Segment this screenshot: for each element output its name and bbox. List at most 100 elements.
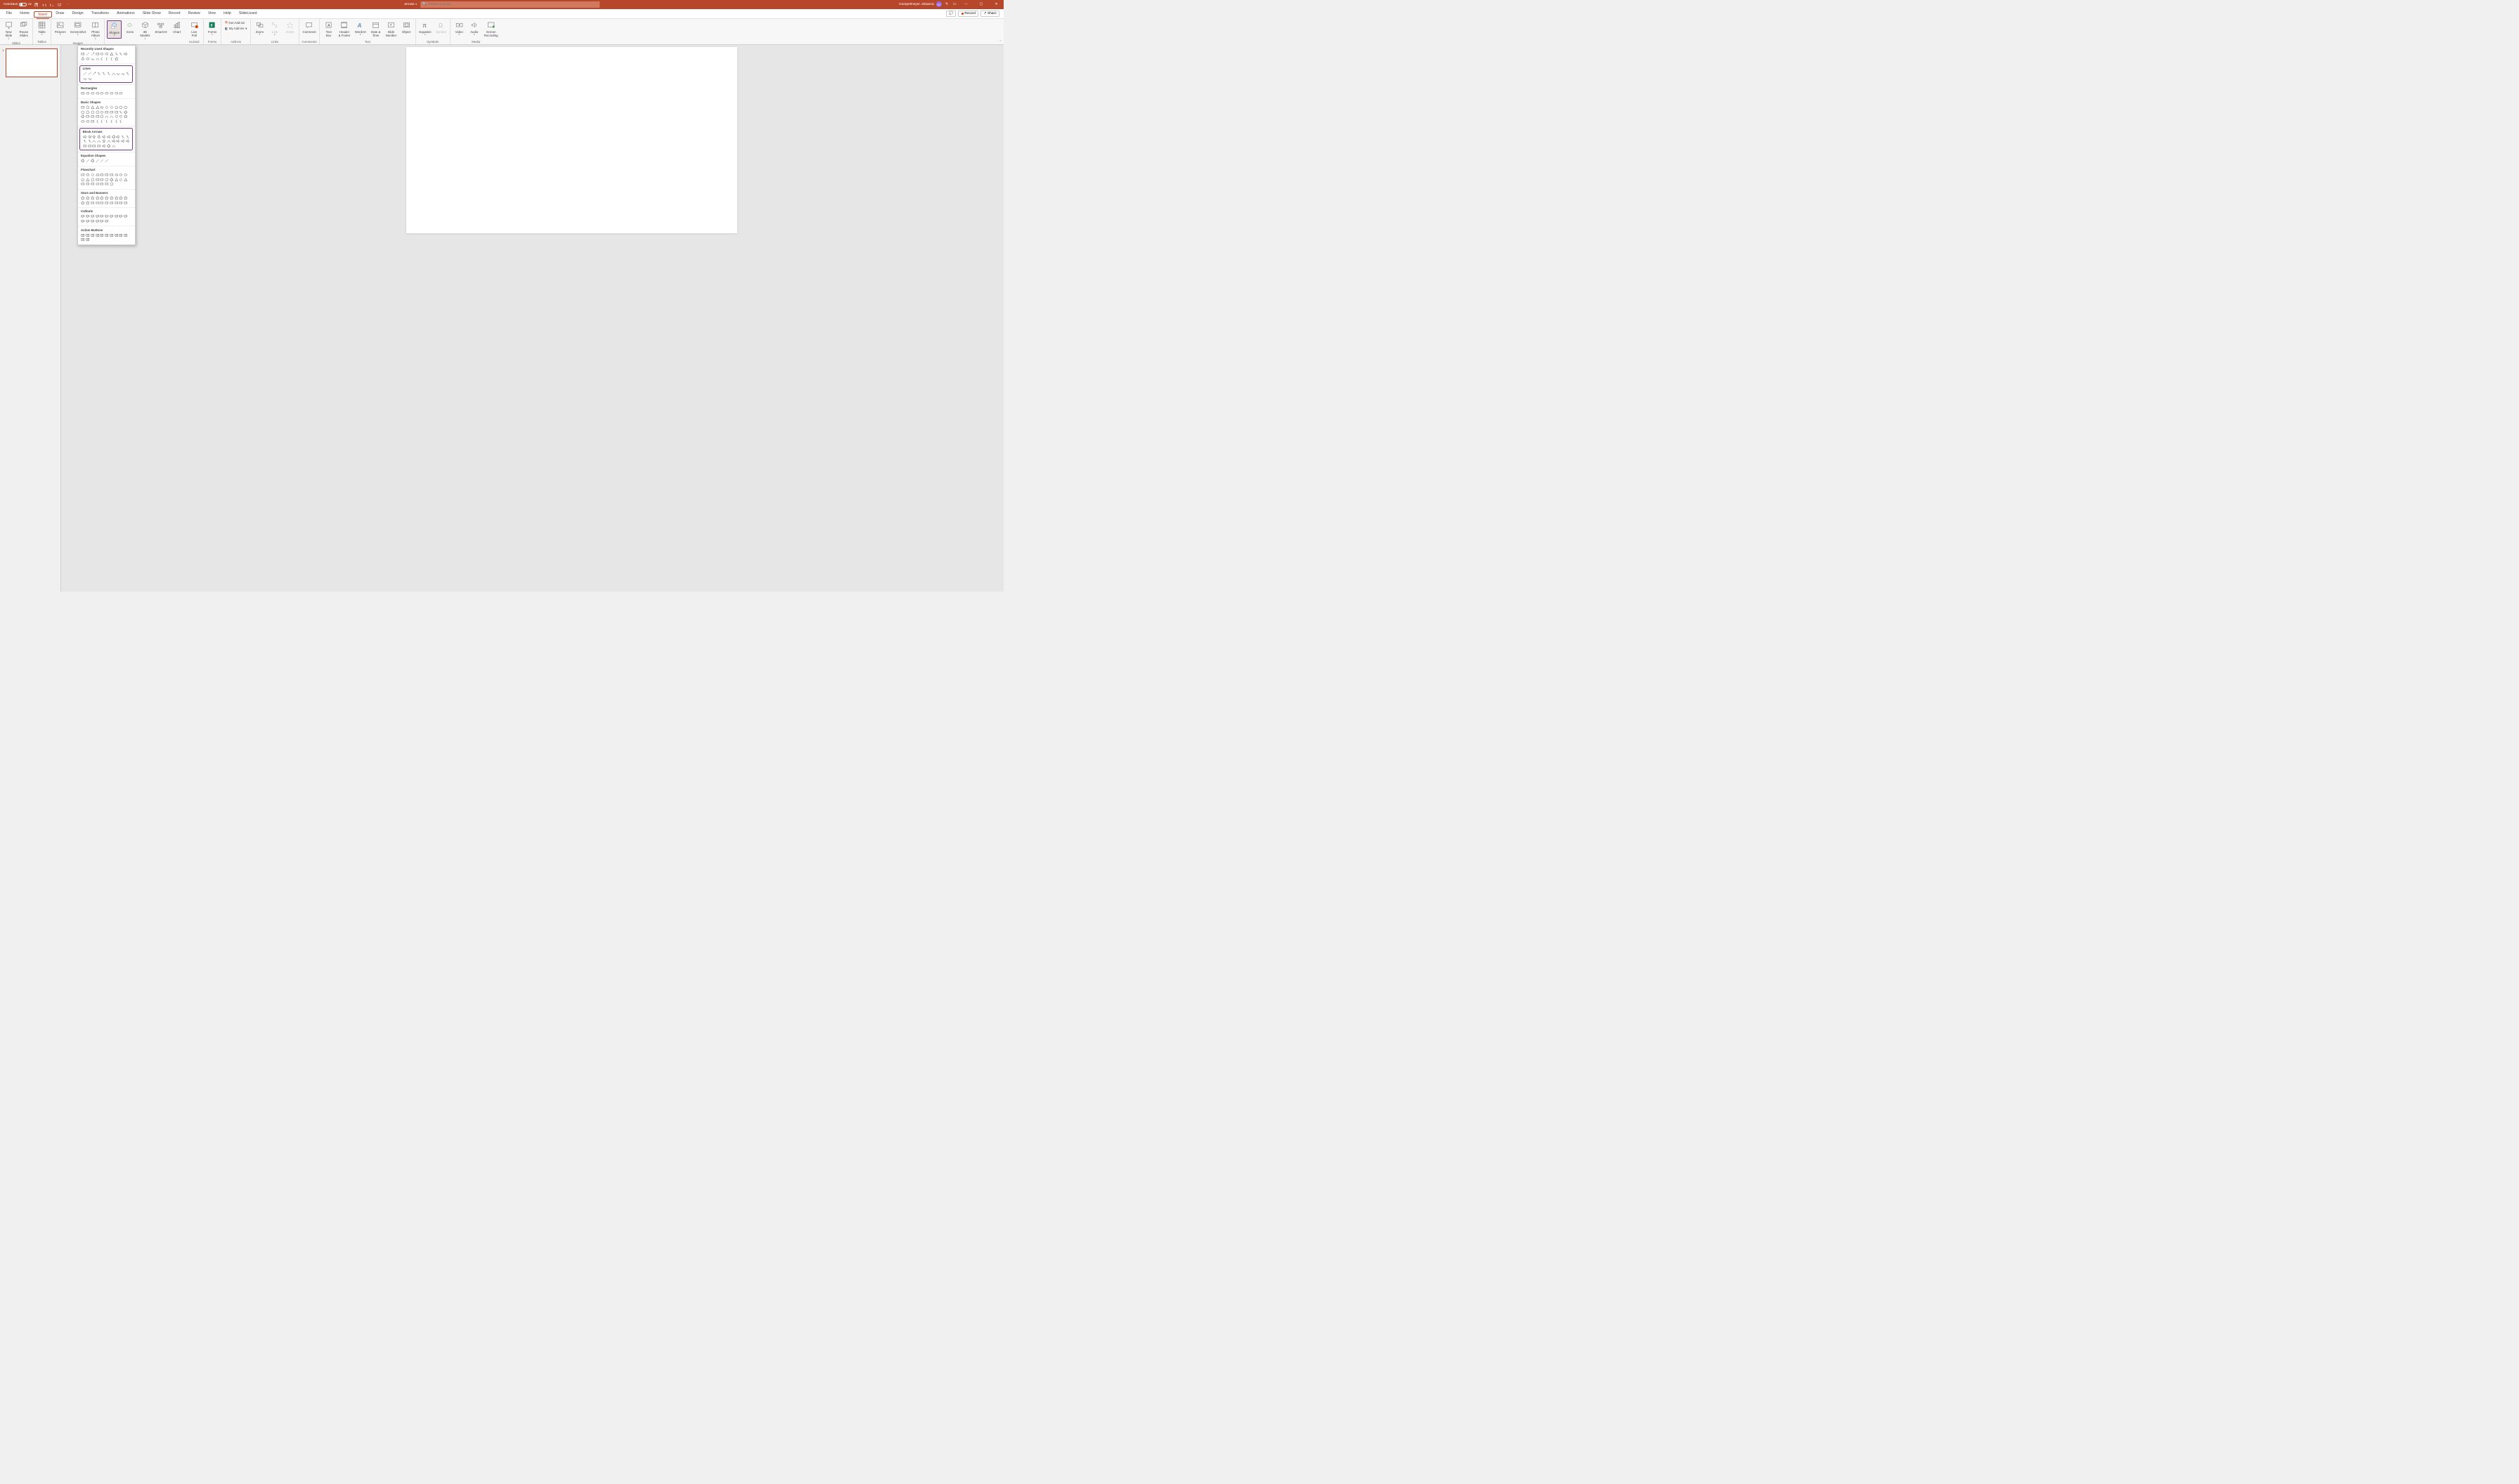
search-input[interactable] [428, 3, 597, 6]
shape-icon[interactable] [102, 134, 106, 138]
shape-icon[interactable] [95, 105, 99, 110]
scribble-icon[interactable] [121, 72, 125, 76]
shape-icon[interactable] [86, 219, 90, 223]
shape-icon[interactable] [110, 233, 114, 237]
autosave-toggle[interactable]: AutoSave Off [4, 3, 32, 7]
shape-icon[interactable] [121, 134, 125, 138]
shape-icon[interactable] [81, 237, 85, 242]
table-button[interactable]: Table▾ [35, 20, 49, 37]
tab-review[interactable]: Review [184, 8, 204, 18]
curve2-icon[interactable] [83, 77, 87, 81]
shape-icon[interactable] [91, 119, 95, 124]
shape-icon[interactable] [116, 139, 120, 143]
elbow-icon[interactable] [97, 72, 101, 76]
equal-icon[interactable] [100, 159, 104, 163]
shape-icon[interactable] [119, 233, 123, 237]
shape-icon[interactable] [100, 110, 104, 114]
save-icon[interactable] [34, 1, 39, 7]
divide-icon[interactable] [95, 159, 99, 163]
shape-icon[interactable] [111, 139, 115, 143]
shape-icon[interactable] [114, 115, 118, 119]
slide-canvas[interactable] [406, 47, 737, 233]
live-poll-button[interactable]: Live Poll [187, 20, 201, 39]
textbox-icon[interactable] [81, 52, 85, 56]
shape-icon[interactable] [114, 177, 118, 181]
shape-icon[interactable] [87, 139, 91, 143]
3d-models-button[interactable]: 3D Models▾ [138, 20, 152, 41]
not-equal-icon[interactable] [105, 159, 109, 163]
shape-icon[interactable] [102, 139, 106, 143]
minus-icon[interactable] [86, 159, 90, 163]
shape-icon[interactable] [86, 182, 90, 186]
equation-button[interactable]: πEquation▾ [417, 20, 433, 37]
shape-icon[interactable] [97, 144, 101, 148]
line-icon[interactable] [86, 52, 90, 56]
shape-icon[interactable] [91, 115, 95, 119]
shape-icon[interactable] [91, 182, 95, 186]
shape-icon[interactable] [100, 196, 104, 200]
down-arrow-icon[interactable] [81, 57, 85, 61]
symbol-button[interactable]: ΩSymbol [434, 20, 448, 34]
shape-icon[interactable] [111, 134, 115, 138]
pictures-button[interactable]: Pictures▾ [53, 20, 67, 37]
shape-icon[interactable] [105, 219, 109, 223]
tab-animations[interactable]: Animations [113, 8, 139, 18]
shape-icon[interactable] [119, 214, 123, 219]
shape-icon[interactable] [105, 200, 109, 204]
shape-icon[interactable] [121, 139, 125, 143]
scribble-icon[interactable] [91, 57, 95, 61]
shape-icon[interactable] [81, 196, 85, 200]
icons-button[interactable]: Icons [123, 20, 137, 34]
shape-icon[interactable] [95, 173, 99, 177]
minimize-icon[interactable]: — [959, 0, 972, 9]
shape-icon[interactable] [114, 119, 118, 124]
shape-icon[interactable] [97, 134, 101, 138]
round1-icon[interactable] [105, 91, 109, 96]
shape-icon[interactable] [95, 196, 99, 200]
shape-icon[interactable] [100, 173, 104, 177]
smartart-button[interactable]: SmartArt [153, 20, 169, 34]
new-slide-button[interactable]: New Slide▾ [1, 20, 15, 41]
scribble2-icon[interactable] [87, 77, 91, 81]
round-same-icon[interactable] [119, 91, 123, 96]
shape-icon[interactable] [81, 214, 85, 219]
shape-icon[interactable] [100, 214, 104, 219]
rectangle-icon[interactable] [81, 91, 85, 96]
action-button[interactable]: Action [283, 20, 297, 34]
tab-transitions[interactable]: Transitions [87, 8, 112, 18]
tab-slideshow[interactable]: Slide Show [138, 8, 164, 18]
shape-icon[interactable] [100, 177, 104, 181]
shape-icon[interactable] [81, 177, 85, 181]
connector-icon[interactable] [125, 72, 129, 76]
shape-icon[interactable] [105, 214, 109, 219]
comments-button[interactable]: 💬 [946, 11, 956, 17]
shape-icon[interactable] [100, 200, 104, 204]
tab-record[interactable]: Record [164, 8, 184, 18]
shape-icon[interactable] [102, 144, 106, 148]
shape-icon[interactable] [110, 200, 114, 204]
shape-icon[interactable] [119, 110, 123, 114]
elbow-arrow-icon[interactable] [119, 52, 123, 56]
freeform-icon[interactable] [116, 72, 120, 76]
elbow-double-icon[interactable] [106, 72, 110, 76]
audio-button[interactable]: Audio▾ [467, 20, 481, 37]
my-addins-button[interactable]: ◧My Add-ins ▾ [224, 26, 249, 32]
brace-icon[interactable] [110, 57, 114, 61]
rounded-icon[interactable] [86, 91, 90, 96]
shape-icon[interactable] [114, 173, 118, 177]
shape-icon[interactable] [87, 144, 91, 148]
shape-icon[interactable] [105, 196, 109, 200]
shape-icon[interactable] [81, 233, 85, 237]
shape-icon[interactable] [106, 144, 110, 148]
shape-icon[interactable] [119, 105, 123, 110]
shape-icon[interactable] [124, 115, 128, 119]
shape-icon[interactable] [95, 119, 99, 124]
chart-button[interactable]: Chart [170, 20, 184, 34]
snip2-icon[interactable] [95, 91, 99, 96]
text-box-button[interactable]: AText Box [322, 20, 336, 39]
shape-icon[interactable] [110, 105, 114, 110]
shape-icon[interactable] [100, 115, 104, 119]
shape-icon[interactable] [87, 134, 91, 138]
shape-icon[interactable] [124, 200, 128, 204]
shape-icon[interactable] [81, 173, 85, 177]
